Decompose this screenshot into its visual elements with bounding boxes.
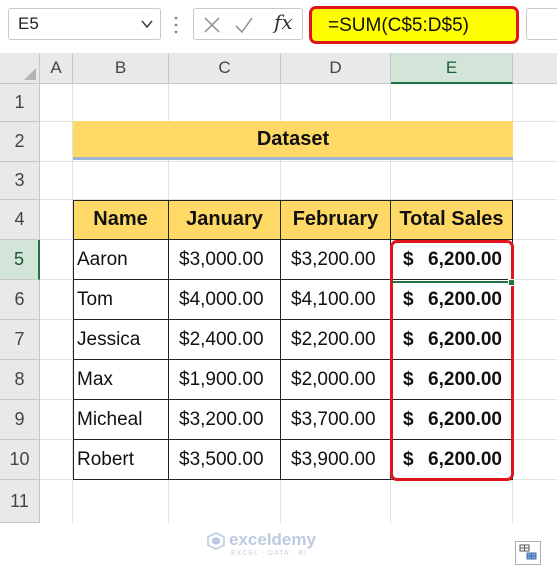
quick-analysis-icon	[519, 544, 537, 560]
cell-february[interactable]: $2,200.00	[281, 320, 391, 360]
exceldemy-logo-icon	[207, 532, 225, 550]
more-options-icon	[174, 16, 178, 34]
watermark-name: exceldemy	[229, 530, 316, 549]
cell-february[interactable]: $3,200.00	[281, 240, 391, 280]
select-all-button[interactable]	[0, 53, 40, 84]
cell-name[interactable]: Aaron	[73, 240, 169, 280]
active-cell-indicator	[392, 281, 510, 283]
column-header-e[interactable]: E	[391, 53, 513, 84]
column-header-b[interactable]: B	[73, 53, 169, 84]
cell-january[interactable]: $1,900.00	[169, 360, 281, 400]
row-header-10[interactable]: 10	[0, 440, 40, 480]
cell-name[interactable]: Max	[73, 360, 169, 400]
dataset-title-cell[interactable]: Dataset	[73, 121, 513, 160]
dataset-title: Dataset	[256, 128, 330, 150]
cell-january[interactable]: $3,200.00	[169, 400, 281, 440]
row-header-2[interactable]: 2	[0, 122, 40, 162]
row-header-4[interactable]: 4	[0, 200, 40, 240]
formula-buttons: fx	[193, 8, 303, 40]
quick-analysis-button[interactable]	[515, 541, 541, 565]
close-icon[interactable]	[202, 15, 222, 35]
insert-function-button[interactable]: fx	[274, 10, 293, 34]
watermark: exceldemy EXCEL · DATA · BI	[207, 529, 357, 569]
highlight-box	[390, 240, 514, 481]
name-box[interactable]: E5	[8, 8, 161, 40]
header-january[interactable]: January	[169, 200, 281, 240]
cell-january[interactable]: $3,500.00	[169, 440, 281, 480]
header-name[interactable]: Name	[73, 200, 169, 240]
cell-name[interactable]: Jessica	[73, 320, 169, 360]
cell-february[interactable]: $3,700.00	[281, 400, 391, 440]
cell-january[interactable]: $4,000.00	[169, 280, 281, 320]
header-february[interactable]: February	[281, 200, 391, 240]
row-header-9[interactable]: 9	[0, 400, 40, 440]
row-header-6[interactable]: 6	[0, 280, 40, 320]
header-total-sales[interactable]: Total Sales	[391, 200, 513, 240]
checkmark-icon[interactable]	[234, 15, 254, 35]
cell-january[interactable]: $2,400.00	[169, 320, 281, 360]
cell-name[interactable]: Micheal	[73, 400, 169, 440]
row-header-7[interactable]: 7	[0, 320, 40, 360]
cell-february[interactable]: $2,000.00	[281, 360, 391, 400]
cell-name[interactable]: Tom	[73, 280, 169, 320]
watermark-tagline: EXCEL · DATA · BI	[231, 550, 307, 557]
cell-february[interactable]: $3,900.00	[281, 440, 391, 480]
column-header-f[interactable]	[513, 53, 557, 84]
cell-name[interactable]: Robert	[73, 440, 169, 480]
row-header-8[interactable]: 8	[0, 360, 40, 400]
formula-bar: E5 fx =SUM(C$5:D$5)	[0, 0, 557, 52]
column-header-d[interactable]: D	[281, 53, 391, 84]
row-header-1[interactable]: 1	[0, 84, 40, 122]
formula-input[interactable]: =SUM(C$5:D$5)	[309, 6, 519, 44]
row-header-11[interactable]: 11	[0, 480, 40, 523]
fill-handle[interactable]	[508, 279, 515, 286]
row-header-5[interactable]: 5	[0, 240, 40, 280]
formula-input-extension[interactable]	[526, 8, 557, 40]
name-box-value: E5	[18, 14, 39, 33]
chevron-down-icon[interactable]	[140, 17, 154, 31]
cell-february[interactable]: $4,100.00	[281, 280, 391, 320]
gridline	[40, 161, 557, 162]
worksheet-grid[interactable]: A B C D E 1 2 3 4 5 6 7 8 9 10 11 Datase…	[0, 53, 557, 565]
row-header-3[interactable]: 3	[0, 162, 40, 200]
cell-january[interactable]: $3,000.00	[169, 240, 281, 280]
column-header-a[interactable]: A	[40, 53, 73, 84]
column-header-c[interactable]: C	[169, 53, 281, 84]
formula-text: =SUM(C$5:D$5)	[328, 15, 469, 36]
